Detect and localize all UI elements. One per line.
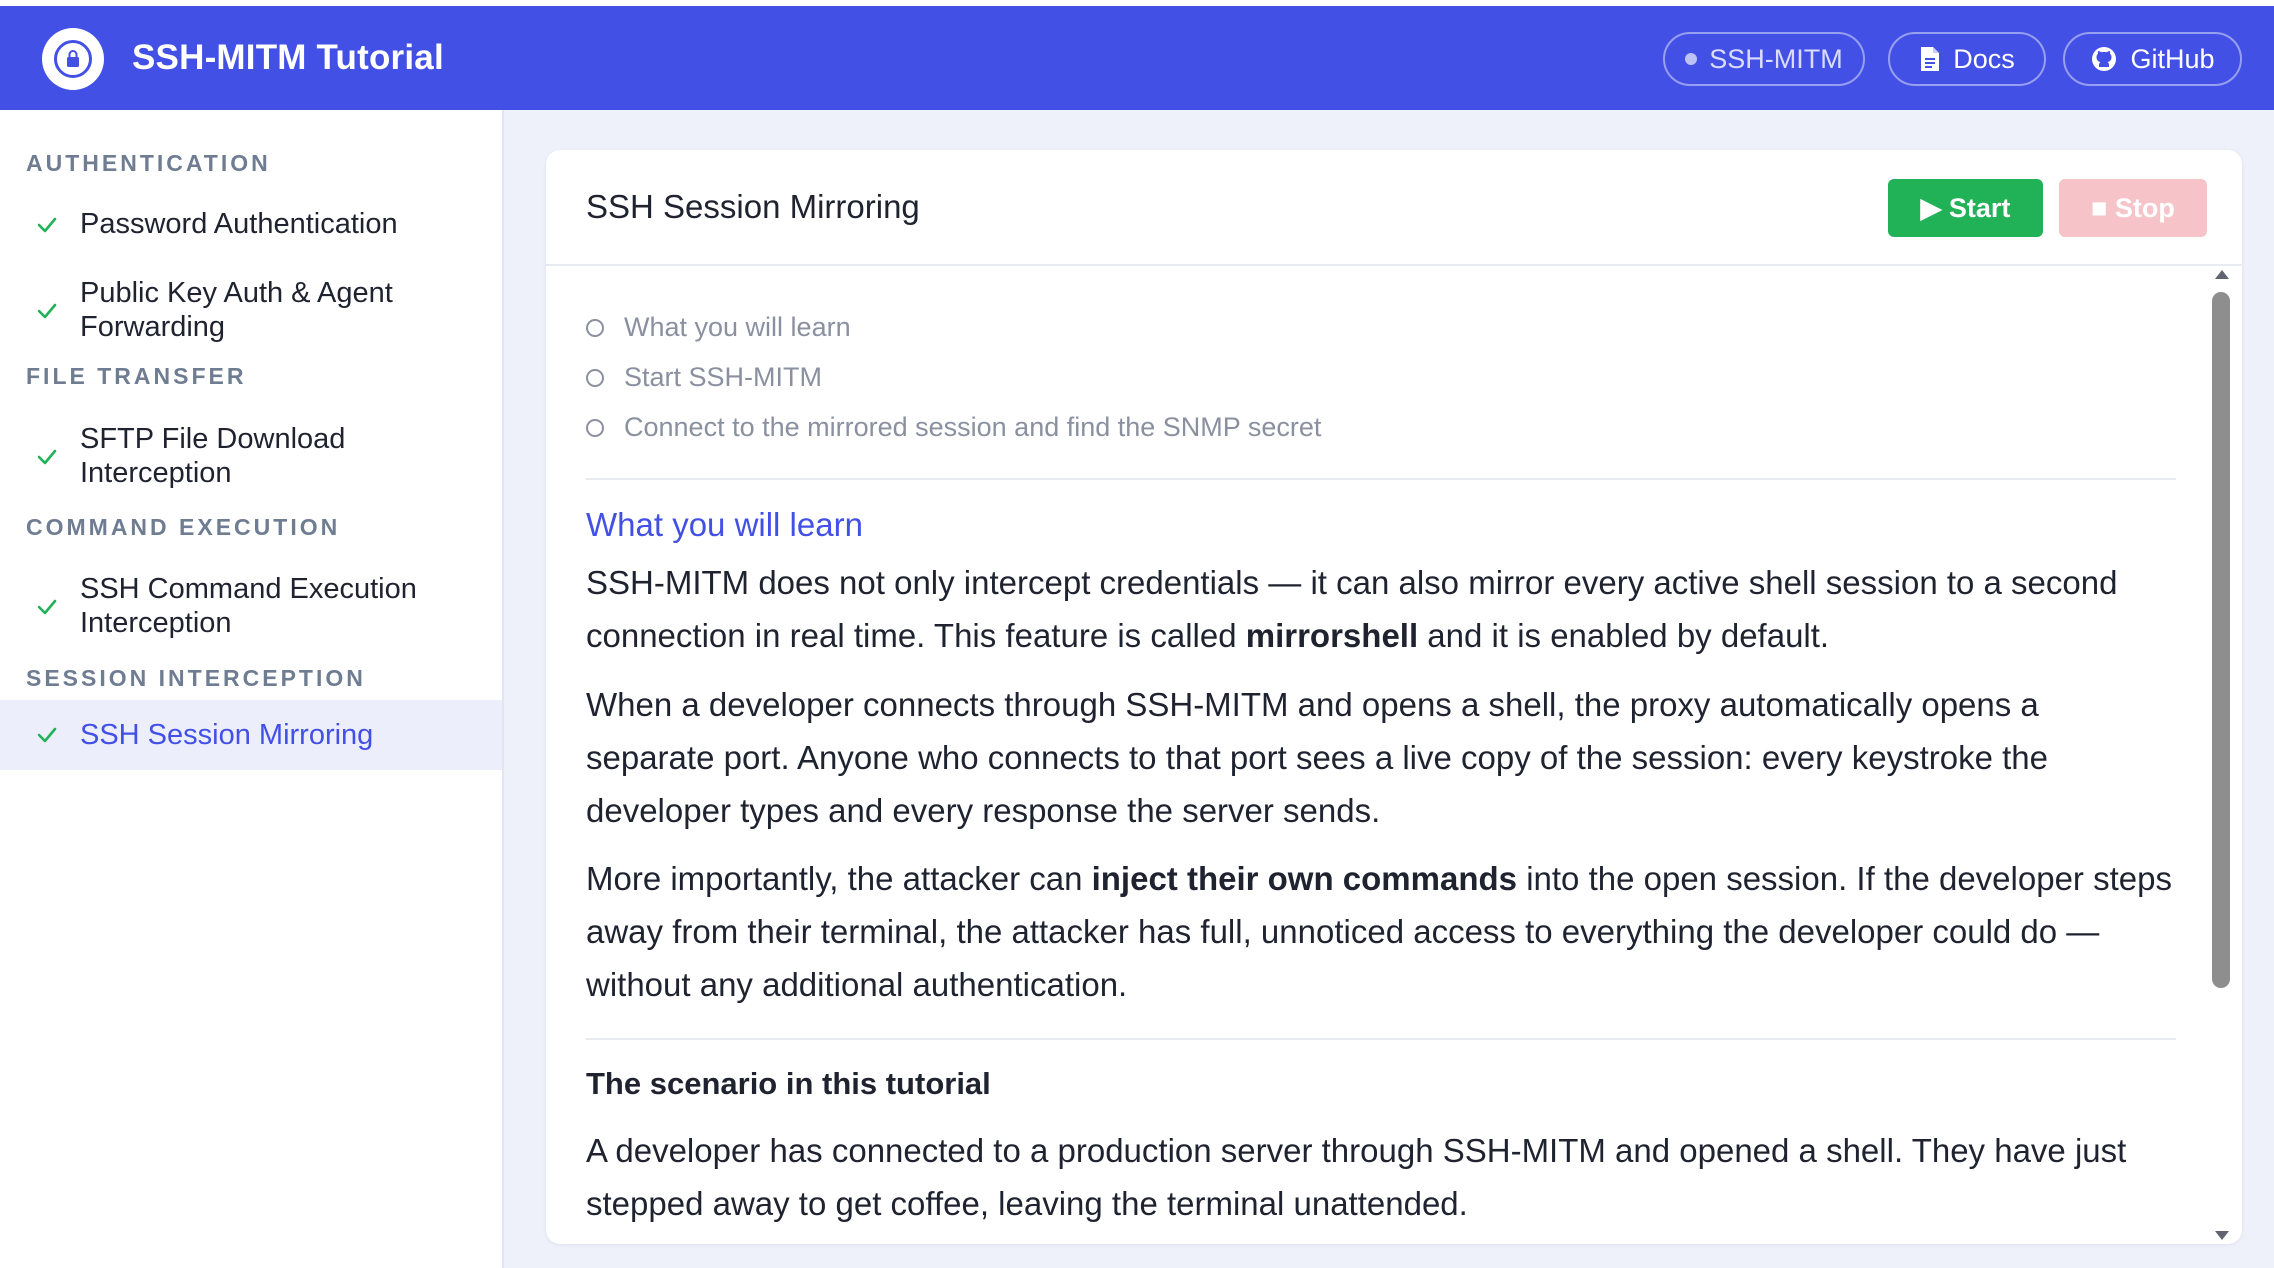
circle-icon (586, 418, 604, 437)
section-title-file-transfer: FILE TRANSFER (26, 363, 247, 389)
sidebar-item-label: SSH Session Mirroring (80, 719, 374, 751)
paragraph-intro: SSH-MITM does not only intercept credent… (586, 564, 2118, 654)
bold-mirrorshell: mirrorshell (1245, 617, 1419, 654)
card-header: SSH Session Mirroring ▶ Start ■ Stop (546, 150, 2242, 266)
paragraph-separate-port: When a developer connects through SSH-MI… (586, 686, 2048, 829)
divider (586, 1038, 2176, 1040)
section-title-command-execution: COMMAND EXECUTION (26, 514, 341, 540)
sidebar-item-session-mirroring[interactable]: SSH Session Mirroring (0, 700, 502, 770)
github-button[interactable]: GitHub (2063, 32, 2242, 86)
section-heading-scenario: The scenario in this tutorial (586, 1066, 991, 1101)
toc-item-start-ssh-mitm[interactable]: Start SSH-MITM (586, 362, 822, 393)
toc-item-connect-mirrored-session[interactable]: Connect to the mirrored session and find… (586, 412, 1321, 443)
sidebar-item-label: Public Key Auth & Agent Forwarding (80, 277, 393, 343)
circle-icon (586, 318, 604, 337)
app-title: SSH-MITM Tutorial (132, 38, 444, 77)
sidebar-item-label: SFTP File Download Interception (80, 423, 346, 489)
docs-label: Docs (1953, 43, 2015, 74)
app-header: SSH-MITM Tutorial SSH-MITM Docs GitHub (0, 6, 2274, 110)
status-label: SSH-MITM (1709, 43, 1843, 74)
lock-icon (54, 40, 92, 78)
sidebar-item-command-execution[interactable]: SSH Command Execution Interception (0, 554, 502, 660)
check-icon (37, 727, 57, 743)
check-icon (37, 217, 57, 233)
docs-button[interactable]: Docs (1888, 32, 2046, 86)
check-icon (37, 599, 57, 615)
status-dot-icon (1685, 53, 1698, 65)
sidebar-item-label: SSH Command Execution Interception (80, 573, 417, 639)
divider (586, 478, 2176, 480)
scroll-down-arrow-icon[interactable] (2215, 1231, 2229, 1240)
bold-inject-commands: inject their own commands (1091, 860, 1518, 897)
paragraph-inject-commands: More importantly, the attacker can injec… (586, 860, 2172, 1003)
section-title-session-interception: SESSION INTERCEPTION (26, 665, 366, 691)
circle-icon (586, 368, 604, 387)
sidebar-item-label: Password Authentication (80, 208, 398, 240)
stop-button[interactable]: ■ Stop (2059, 179, 2207, 237)
scroll-up-arrow-icon[interactable] (2215, 270, 2229, 279)
card-title: SSH Session Mirroring (586, 188, 920, 225)
section-title-authentication: AUTHENTICATION (26, 150, 271, 176)
tutorial-content: What you will learn Start SSH-MITM Conne… (586, 266, 2176, 1244)
sidebar: AUTHENTICATION Password Authentication P… (0, 110, 504, 1268)
github-icon (2092, 47, 2117, 71)
content-scrollbar[interactable] (2210, 270, 2234, 1240)
toc-item-what-you-will-learn[interactable]: What you will learn (586, 312, 851, 343)
document-icon (1921, 47, 1940, 71)
app-logo (42, 28, 104, 90)
section-heading-what-you-will-learn: What you will learn (586, 506, 863, 543)
sidebar-item-public-key-auth[interactable]: Public Key Auth & Agent Forwarding (0, 258, 502, 364)
ssh-mitm-status-button[interactable]: SSH-MITM (1663, 32, 1865, 86)
paragraph-scenario: A developer has connected to a productio… (586, 1132, 2127, 1222)
scroll-thumb[interactable] (2212, 292, 2230, 988)
sidebar-item-sftp-download[interactable]: SFTP File Download Interception (0, 404, 502, 510)
github-label: GitHub (2130, 43, 2215, 74)
tutorial-card: SSH Session Mirroring ▶ Start ■ Stop Wha… (546, 150, 2242, 1244)
start-button[interactable]: ▶ Start (1888, 179, 2043, 237)
sidebar-item-password-authentication[interactable]: Password Authentication (0, 192, 502, 258)
check-icon (37, 303, 57, 319)
check-icon (37, 449, 57, 465)
